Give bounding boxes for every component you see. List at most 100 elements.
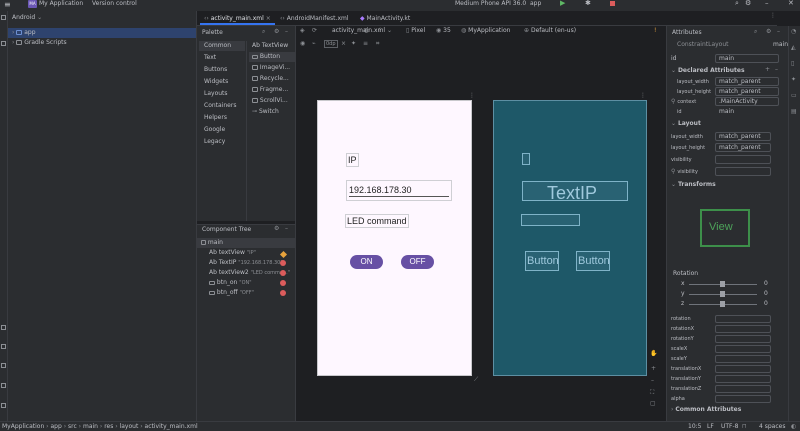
preview-label-led[interactable]: LED command: [345, 214, 409, 228]
blueprint-toggle-icon[interactable]: ◐: [364, 27, 369, 34]
theme-selector[interactable]: ◍ MyApplication: [461, 27, 510, 34]
line-separator[interactable]: LF: [707, 422, 714, 431]
file-encoding[interactable]: UTF-8: [721, 422, 739, 431]
rotation-x-slider[interactable]: [689, 281, 757, 287]
resize-handle-icon[interactable]: ⟋: [474, 376, 478, 384]
hide-icon[interactable]: –: [777, 28, 780, 35]
slider-knob[interactable]: [720, 291, 725, 297]
transform-prop-field[interactable]: [715, 335, 771, 343]
api-selector[interactable]: ◉ 35: [436, 27, 451, 34]
slider-knob[interactable]: [720, 301, 725, 307]
declared-attr-value[interactable]: match_parent: [715, 87, 779, 96]
guidelines-icon[interactable]: ⌗: [376, 40, 379, 48]
default-margin-label[interactable]: 0dp: [324, 40, 338, 48]
device-explorer-icon[interactable]: ▤: [791, 108, 797, 115]
gemini-icon[interactable]: ✦: [791, 76, 796, 83]
palette-category-helpers[interactable]: Helpers: [199, 113, 245, 123]
design-surface-icon[interactable]: ◈: [300, 27, 305, 34]
palette-category-common[interactable]: Common: [199, 41, 245, 51]
gear-icon[interactable]: ⚙: [766, 28, 771, 35]
breadcrumb-segment[interactable]: res: [104, 423, 113, 430]
gear-icon[interactable]: ⚙: [274, 225, 279, 232]
tab-android-manifest[interactable]: ‹› AndroidManifest.xml: [276, 12, 353, 25]
breadcrumb-segment[interactable]: app: [50, 423, 61, 430]
breadcrumb-segment[interactable]: main: [83, 423, 98, 430]
palette-category-containers[interactable]: Containers: [199, 101, 245, 111]
zoom-in-icon[interactable]: +: [651, 365, 656, 372]
blueprint-btn-on[interactable]: Button: [525, 251, 559, 271]
orientation-icon[interactable]: ⟳: [312, 27, 317, 34]
project-view-mode[interactable]: Android: [12, 14, 35, 21]
infer-constraints-icon[interactable]: ✦: [351, 40, 356, 47]
error-icon[interactable]: [280, 290, 286, 296]
problems-tool-icon[interactable]: [1, 383, 6, 388]
stop-icon[interactable]: [610, 1, 615, 6]
hide-icon[interactable]: –: [285, 225, 288, 232]
transform-prop-field[interactable]: [715, 315, 771, 323]
run-icon[interactable]: ▶: [560, 0, 565, 7]
warning-icon[interactable]: !: [654, 27, 656, 34]
palette-category-google[interactable]: Google: [199, 125, 245, 135]
device-selector[interactable]: ▯ Pixel: [406, 27, 425, 34]
tree-item-root[interactable]: main: [197, 238, 295, 248]
palette-item-button[interactable]: Button: [249, 52, 295, 62]
search-icon[interactable]: ⌕: [262, 28, 265, 36]
project-name[interactable]: My Application: [39, 0, 83, 7]
palette-category-widgets[interactable]: Widgets: [199, 77, 245, 87]
preview-btn-off[interactable]: OFF: [401, 255, 434, 269]
search-icon[interactable]: ⌕: [735, 0, 739, 7]
hide-icon[interactable]: –: [285, 28, 288, 35]
close-icon[interactable]: ×: [266, 15, 271, 22]
transform-prop-field[interactable]: [715, 365, 771, 373]
error-icon[interactable]: [280, 260, 286, 266]
slider-knob[interactable]: [720, 281, 725, 287]
run-tool-icon[interactable]: [1, 344, 6, 349]
breadcrumb-segment[interactable]: layout: [120, 423, 139, 430]
close-icon[interactable]: ✕: [788, 0, 794, 7]
indent-setting[interactable]: 4 spaces: [759, 422, 785, 431]
night-mode-icon[interactable]: ☾: [378, 27, 383, 34]
tab-activity-main[interactable]: ‹› activity_main.xml ×: [200, 12, 275, 25]
main-menu-icon[interactable]: ≡: [4, 0, 11, 9]
search-icon[interactable]: ⌕: [754, 28, 757, 36]
blueprint-textview2[interactable]: [521, 214, 580, 226]
common-attributes-header[interactable]: › Common Attributes: [667, 405, 788, 415]
palette-category-legacy[interactable]: Legacy: [199, 137, 245, 147]
transforms-header[interactable]: ⌄ Transforms: [667, 180, 788, 190]
clear-constraints-icon[interactable]: ⨯: [341, 40, 346, 47]
breadcrumb-segment[interactable]: src: [68, 423, 77, 430]
id-field[interactable]: main: [715, 54, 779, 63]
tab-main-activity[interactable]: ◆ MainActivity.kt: [356, 12, 414, 25]
layout-attr-value[interactable]: match_parent: [715, 132, 771, 141]
layout-attr-value[interactable]: match_parent: [715, 143, 771, 152]
zoom-out-icon[interactable]: –: [651, 377, 654, 384]
palette-category-text[interactable]: Text: [199, 53, 245, 63]
tools-visibility-dropdown[interactable]: [715, 167, 771, 176]
design-more-icon[interactable]: ⋮: [469, 92, 475, 99]
device-selector[interactable]: Medium Phone API 36.0: [455, 0, 526, 7]
notifications-icon[interactable]: ◔: [791, 28, 796, 35]
memory-indicator-icon[interactable]: ◐: [791, 422, 796, 431]
autoconnect-icon[interactable]: ⌁: [312, 40, 316, 47]
view-options-icon[interactable]: ◉: [300, 40, 305, 47]
version-control[interactable]: Version control: [92, 0, 137, 7]
project-badge[interactable]: MA: [28, 0, 37, 8]
preview-btn-on[interactable]: ON: [350, 255, 383, 269]
transform-prop-field[interactable]: [715, 325, 771, 333]
rotation-z-slider[interactable]: [689, 301, 757, 307]
palette-item-textview[interactable]: Ab TextView: [249, 41, 295, 51]
error-icon[interactable]: [280, 270, 286, 276]
project-tool-icon[interactable]: [1, 15, 6, 20]
error-icon[interactable]: [280, 280, 286, 286]
blueprint-textip[interactable]: TextIP: [522, 181, 628, 202]
minimize-icon[interactable]: –: [765, 0, 769, 7]
preview-label-ip[interactable]: IP: [346, 153, 359, 167]
zoom-actual-icon[interactable]: ▢: [650, 400, 656, 407]
blueprint-preview[interactable]: TextIP Button Button: [493, 100, 647, 376]
declared-attr-value[interactable]: match_parent: [715, 77, 779, 86]
breadcrumb-segment[interactable]: MyApplication: [2, 423, 44, 430]
layout-header[interactable]: ⌄ Layout: [667, 119, 788, 129]
blueprint-btn-off[interactable]: Button: [576, 251, 610, 271]
project-view-selector[interactable]: Android ⌄: [8, 13, 196, 23]
logcat-tool-icon[interactable]: [1, 363, 6, 368]
